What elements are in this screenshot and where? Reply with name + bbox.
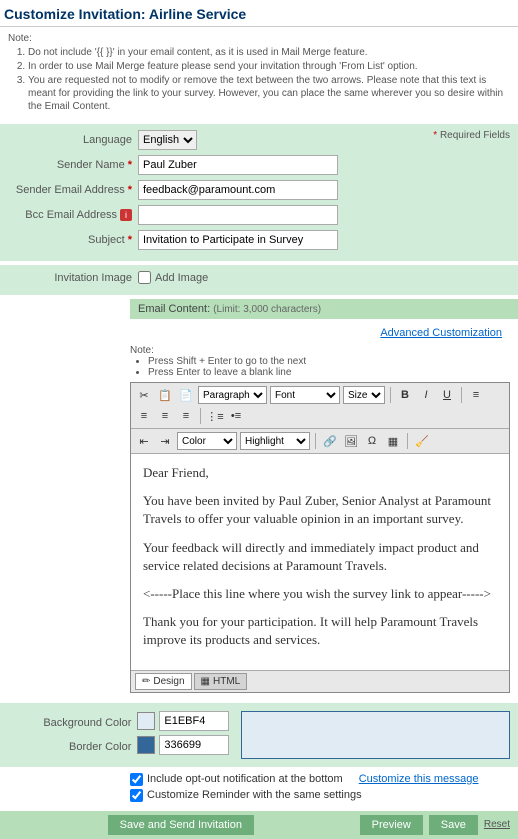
border-color-swatch[interactable] <box>137 736 155 754</box>
highlight-select[interactable]: Highlight <box>240 432 310 450</box>
subject-label: Subject* <box>8 234 138 246</box>
optout-label: Include opt-out notification at the bott… <box>147 773 343 785</box>
image-icon[interactable]: 🖼 <box>342 432 360 450</box>
design-icon: ✏ <box>142 676 150 687</box>
options-panel: Include opt-out notification at the bott… <box>0 767 518 811</box>
tab-design[interactable]: ✏Design <box>135 673 192 690</box>
editor-body[interactable]: Dear Friend, You have been invited by Pa… <box>131 454 509 670</box>
italic-icon[interactable]: I <box>417 386 435 404</box>
editor-toolbar-2: ⇤ ⇥ Color Highlight 🔗 🖼 Ω ▦ 🧹 <box>131 429 509 454</box>
align-center-icon[interactable]: ≡ <box>135 407 153 425</box>
image-panel: Invitation Image Add Image <box>0 265 518 295</box>
size-select[interactable]: Size <box>343 386 385 404</box>
email-content-header: Email Content: (Limit: 3,000 characters) <box>130 299 518 319</box>
symbol-icon[interactable]: Ω <box>363 432 381 450</box>
reminder-label: Customize Reminder with the same setting… <box>147 789 362 801</box>
form-panel: Required Fields Language English Sender … <box>0 124 518 261</box>
border-color-input[interactable] <box>159 735 229 755</box>
bcc-input[interactable] <box>138 205 338 225</box>
sender-name-input[interactable] <box>138 155 338 175</box>
editor-tabs: ✏Design ▦HTML <box>131 670 509 692</box>
language-label: Language <box>8 134 138 146</box>
tab-html[interactable]: ▦HTML <box>194 673 248 690</box>
paragraph-select[interactable]: Paragraph <box>198 386 267 404</box>
outdent-icon[interactable]: ⇤ <box>135 432 153 450</box>
link-icon[interactable]: 🔗 <box>321 432 339 450</box>
underline-icon[interactable]: U <box>438 386 456 404</box>
language-select[interactable]: English <box>138 130 197 150</box>
table-icon[interactable]: ▦ <box>384 432 402 450</box>
save-button[interactable]: Save <box>429 815 478 835</box>
bold-icon[interactable]: B <box>396 386 414 404</box>
copy-icon[interactable]: 📋 <box>156 386 174 404</box>
indent-icon[interactable]: ⇥ <box>156 432 174 450</box>
sender-email-label: Sender Email Address* <box>8 184 138 196</box>
align-left-icon[interactable]: ≡ <box>467 386 485 404</box>
note-item: In order to use Mail Merge feature pleas… <box>28 60 510 73</box>
note-item: You are requested not to modify or remov… <box>28 74 510 113</box>
align-right-icon[interactable]: ≡ <box>156 407 174 425</box>
reminder-checkbox[interactable] <box>130 789 143 802</box>
sender-name-label: Sender Name* <box>8 159 138 171</box>
button-bar: Save and Send Invitation Preview Save Re… <box>0 811 518 839</box>
bg-color-input[interactable] <box>159 711 229 731</box>
rich-text-editor: ✂ 📋 📄 Paragraph Font Size B I U ≡ ≡ ≡ ≡ … <box>130 382 510 693</box>
color-select[interactable]: Color <box>177 432 237 450</box>
paste-icon[interactable]: 📄 <box>177 386 195 404</box>
border-color-label: Border Color <box>8 735 131 759</box>
add-image-label: Add Image <box>155 272 208 284</box>
add-image-checkbox[interactable] <box>138 271 151 284</box>
ordered-list-icon[interactable]: ⋮≡ <box>206 407 224 425</box>
clean-icon[interactable]: 🧹 <box>413 432 431 450</box>
preview-button[interactable]: Preview <box>360 815 423 835</box>
font-select[interactable]: Font <box>270 386 340 404</box>
editor-toolbar-1: ✂ 📋 📄 Paragraph Font Size B I U ≡ ≡ ≡ ≡ … <box>131 383 509 429</box>
info-icon[interactable]: i <box>120 209 132 221</box>
cut-icon[interactable]: ✂ <box>135 386 153 404</box>
bg-color-label: Background Color <box>8 711 131 735</box>
note-label: Note: <box>8 33 510 44</box>
advanced-customization-link[interactable]: Advanced Customization <box>380 327 502 339</box>
invitation-image-label: Invitation Image <box>8 272 138 284</box>
notes-section: Note: Do not include '{{ }}' in your ema… <box>0 27 518 124</box>
html-icon: ▦ <box>201 676 210 687</box>
color-preview <box>241 711 510 759</box>
customize-message-link[interactable]: Customize this message <box>359 773 479 785</box>
bg-color-swatch[interactable] <box>137 712 155 730</box>
save-send-button[interactable]: Save and Send Invitation <box>108 815 254 835</box>
sender-email-input[interactable] <box>138 180 338 200</box>
bcc-label: Bcc Email Addressi <box>8 209 138 221</box>
color-panel: Background Color Border Color <box>0 703 518 767</box>
note-list: Do not include '{{ }}' in your email con… <box>28 46 510 113</box>
align-justify-icon[interactable]: ≡ <box>177 407 195 425</box>
subject-input[interactable] <box>138 230 338 250</box>
required-fields-label: Required Fields <box>433 130 510 141</box>
unordered-list-icon[interactable]: •≡ <box>227 407 245 425</box>
reset-link[interactable]: Reset <box>484 819 510 830</box>
optout-checkbox[interactable] <box>130 773 143 786</box>
note-item: Do not include '{{ }}' in your email con… <box>28 46 510 59</box>
editor-note: Note: Press Shift + Enter to go to the n… <box>130 345 510 378</box>
page-title: Customize Invitation: Airline Service <box>0 0 518 27</box>
